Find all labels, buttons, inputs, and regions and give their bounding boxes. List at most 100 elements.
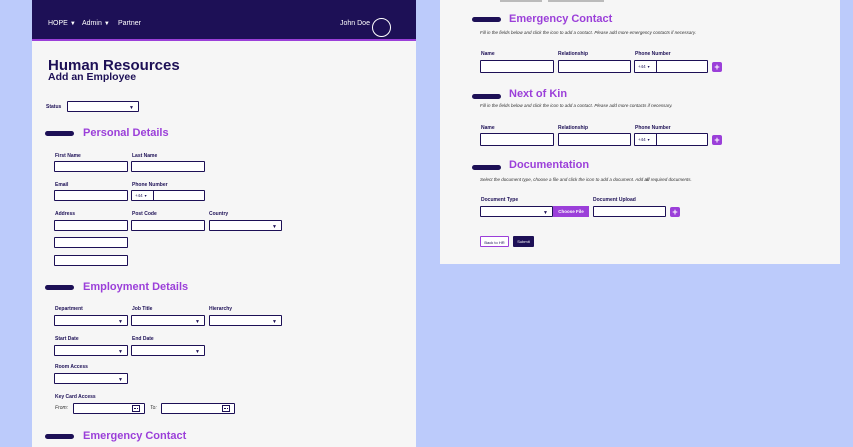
chevron-down-icon: ▼ [118,319,123,325]
from-label: From: [55,405,69,411]
chevron-down-icon: ▼ [272,224,277,230]
document-upload-field[interactable] [593,206,666,217]
job-title-select[interactable]: ▼ [131,315,205,326]
nav-hope-menu[interactable]: HOPE ▼ [48,20,76,27]
doc-hint-text: Select the document type, choose a file … [480,177,645,182]
department-label: Department [55,306,83,312]
start-date-select[interactable]: ▼ [54,345,128,356]
email-label: Email [55,182,69,188]
key-card-from-date[interactable] [73,403,145,414]
chevron-down-icon: ▼ [118,377,123,383]
hierarchy-label: Hierarchy [209,306,233,312]
phone-code-value: +44 [638,137,646,142]
top-nav-bar: HOPE ▼ Admin ▼ Partner John Doe [32,0,416,41]
ec-relationship-field[interactable] [558,60,631,73]
end-date-select[interactable]: ▼ [131,345,205,356]
phone-country-code-select[interactable]: +44 ▼ [635,61,657,72]
add-document-plus-icon[interactable]: + [670,207,680,217]
emergency-hint: Fill in the fields below and click the i… [480,30,697,35]
next-of-kin-heading: Next of Kin [509,88,568,100]
country-label: Country [209,211,229,217]
room-access-select[interactable]: ▼ [54,373,128,384]
email-field[interactable] [54,190,128,201]
room-access-label: Room Access [55,364,88,370]
chevron-down-icon: ▼ [543,210,548,216]
address-line-3-field[interactable] [54,255,128,266]
user-name[interactable]: John Doe [340,20,370,27]
add-employee-page-continued: Emergency Contact Fill in the fields bel… [440,0,840,264]
document-type-label: Document Type [481,197,519,203]
ec-phone-label: Phone Number [635,51,671,57]
document-type-select[interactable]: ▼ [480,206,553,217]
last-name-label: Last Name [132,153,158,159]
kin-relationship-field[interactable] [558,133,631,146]
ec-relationship-label: Relationship [558,51,589,57]
doc-hint-text-end: required documents. [649,177,692,182]
chevron-down-icon: ▼ [118,349,123,355]
choose-file-button[interactable]: Choose File [553,206,589,217]
department-select[interactable]: ▼ [54,315,128,326]
chevron-down-icon: ▼ [195,349,200,355]
kin-phone-field[interactable]: +44 ▼ [634,133,708,146]
address-line-1-field[interactable] [54,220,128,231]
nav-admin-menu[interactable]: Admin ▼ [82,20,110,27]
scrolled-button-edge [500,0,542,2]
nav-hope-label: HOPE [48,20,68,27]
status-label: Status [46,104,62,110]
section-marker [472,165,501,170]
phone-country-code-select[interactable]: +44 ▼ [132,191,154,200]
chevron-down-icon: ▼ [195,319,200,325]
add-contact-plus-icon[interactable]: + [712,62,722,72]
kin-hint: Fill in the fields below and click the i… [480,103,673,108]
document-upload-label: Document Upload [593,197,636,203]
chevron-down-icon: ▼ [69,21,76,27]
employment-details-heading: Employment Details [83,281,189,293]
kin-name-field[interactable] [480,133,554,146]
emergency-contact-heading: Emergency Contact [509,13,613,25]
section-marker [45,131,74,136]
nav-admin-label: Admin [82,20,102,27]
documentation-heading: Documentation [509,159,590,171]
page-subtitle: Add an Employee [48,71,137,83]
back-to-hr-button[interactable]: Back to HR [480,236,509,247]
documentation-hint: Select the document type, choose a file … [480,177,692,182]
add-kin-plus-icon[interactable]: + [712,135,722,145]
address-line-2-field[interactable] [54,237,128,248]
chevron-down-icon: ▼ [272,319,277,325]
calendar-icon[interactable] [132,405,140,412]
kin-relationship-label: Relationship [558,125,589,131]
ec-name-label: Name [481,51,495,57]
ec-name-field[interactable] [480,60,554,73]
user-avatar-icon[interactable] [372,18,391,37]
chevron-down-icon: ▼ [646,138,651,142]
submit-button[interactable]: Submit [513,236,534,247]
ec-phone-field[interactable]: +44 ▼ [634,60,708,73]
phone-country-code-select[interactable]: +44 ▼ [635,134,657,145]
end-date-label: End Date [132,336,154,342]
personal-details-heading: Personal Details [83,127,169,139]
chevron-down-icon: ▼ [143,194,148,198]
chevron-down-icon: ▼ [129,105,134,111]
post-code-label: Post Code [132,211,157,217]
kin-name-label: Name [481,125,495,131]
nav-partner-link[interactable]: Partner [118,20,141,27]
job-title-label: Job Title [132,306,153,312]
section-marker [472,94,501,99]
hierarchy-select[interactable]: ▼ [209,315,282,326]
key-card-label: Key Card Access [55,394,96,400]
scrolled-button-edge [548,0,604,2]
country-select[interactable]: ▼ [209,220,282,231]
section-marker [472,17,501,22]
post-code-field[interactable] [131,220,205,231]
phone-field[interactable]: +44 ▼ [131,190,205,201]
calendar-icon[interactable] [222,405,230,412]
key-card-to-date[interactable] [161,403,235,414]
section-marker [45,285,74,290]
last-name-field[interactable] [131,161,205,172]
status-select[interactable]: ▼ [67,101,139,112]
phone-code-value: +44 [638,64,646,69]
section-marker [45,434,74,439]
address-label: Address [55,211,76,217]
first-name-field[interactable] [54,161,128,172]
chevron-down-icon: ▼ [103,21,110,27]
